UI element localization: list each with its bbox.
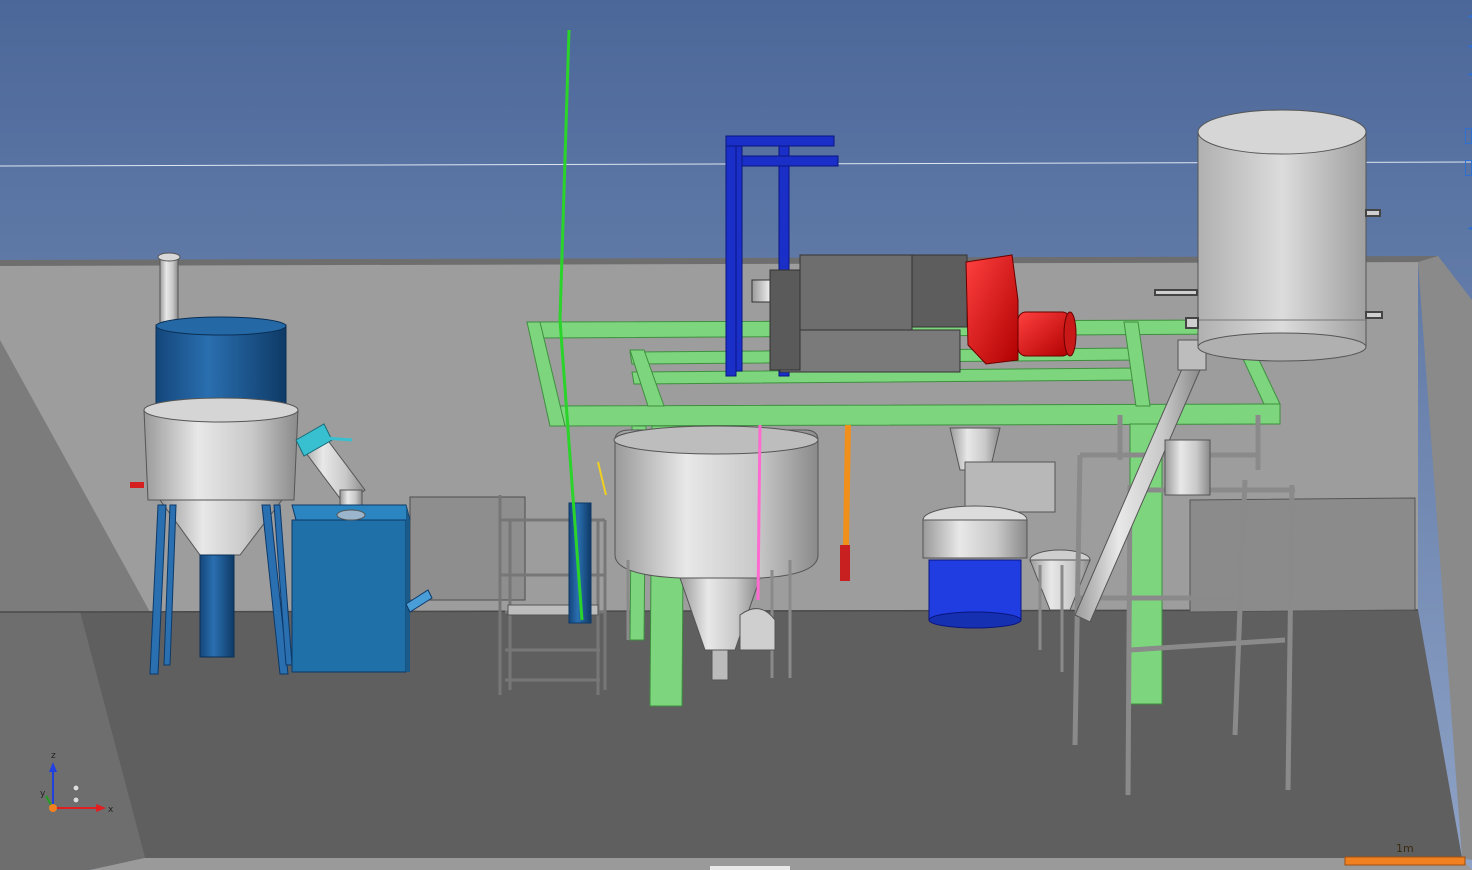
silo-discharge-pipe [199, 554, 235, 658]
silo-chimney [159, 255, 179, 327]
triad-ball-1 [72, 796, 80, 804]
tank-bottom [1197, 332, 1367, 362]
scale-bar-rect [1344, 856, 1466, 866]
silo-top-cylinder [155, 324, 287, 408]
sieve-chute [964, 461, 1056, 513]
press-end-block [911, 254, 968, 328]
scale-bar-label: 1m [1396, 842, 1414, 855]
toolbar-icon-3[interactable]: ◄ [1467, 68, 1472, 82]
toolbar-icon-2[interactable]: ◄ [1467, 40, 1472, 54]
kettle-lid [613, 425, 819, 455]
bottom-tab [710, 866, 790, 870]
box-front [291, 519, 407, 673]
x-axis-label: x [108, 805, 114, 815]
wall-ledge [1189, 497, 1416, 613]
kettle-pump [739, 608, 776, 651]
triad-ball-2 [72, 784, 80, 792]
wall-block [409, 496, 526, 601]
motor-end [1063, 311, 1077, 357]
orange-pipe [843, 424, 851, 546]
tank-body [1197, 131, 1367, 348]
side-toolbar[interactable]: ◄ ◄ ◄ ◄ [1465, 0, 1472, 240]
sieve-blue-base [928, 559, 1022, 621]
conveyor-hopper [1164, 439, 1211, 496]
press-gearbox-housing [769, 269, 801, 371]
silo-steel-band [143, 409, 299, 501]
sieve-deck [922, 519, 1028, 559]
cad-viewport[interactable]: z x y 1m [0, 0, 1472, 870]
z-axis-label: z [51, 751, 56, 761]
tank-top [1197, 109, 1367, 155]
red-valve [840, 545, 850, 581]
silo-band-top [143, 397, 299, 423]
press-body [799, 254, 913, 331]
toolbar-icon-1[interactable]: ◄ [1467, 10, 1472, 24]
box-top-port [336, 509, 366, 521]
toolbar-icon-5[interactable] [1465, 160, 1472, 176]
toolbar-icon-6[interactable]: ◄ [1467, 222, 1472, 236]
kettle-outlet [711, 649, 729, 681]
silo-red-nozzle [130, 482, 144, 488]
press-base [779, 329, 961, 373]
silo-pipe-handle [324, 436, 353, 442]
screw-press[interactable] [751, 254, 968, 373]
toolbar-icon-4[interactable] [1465, 128, 1472, 144]
silo-chimney-cap [157, 252, 181, 262]
pink-pipe [756, 424, 762, 601]
triad-origin [49, 804, 57, 812]
silo-top-lid [155, 316, 287, 336]
box-side [406, 505, 410, 672]
y-axis-label: y [40, 789, 46, 799]
motor-body [1017, 311, 1071, 357]
sieve-blue-base-bottom [928, 611, 1022, 629]
motor-gearbox [965, 254, 1019, 365]
